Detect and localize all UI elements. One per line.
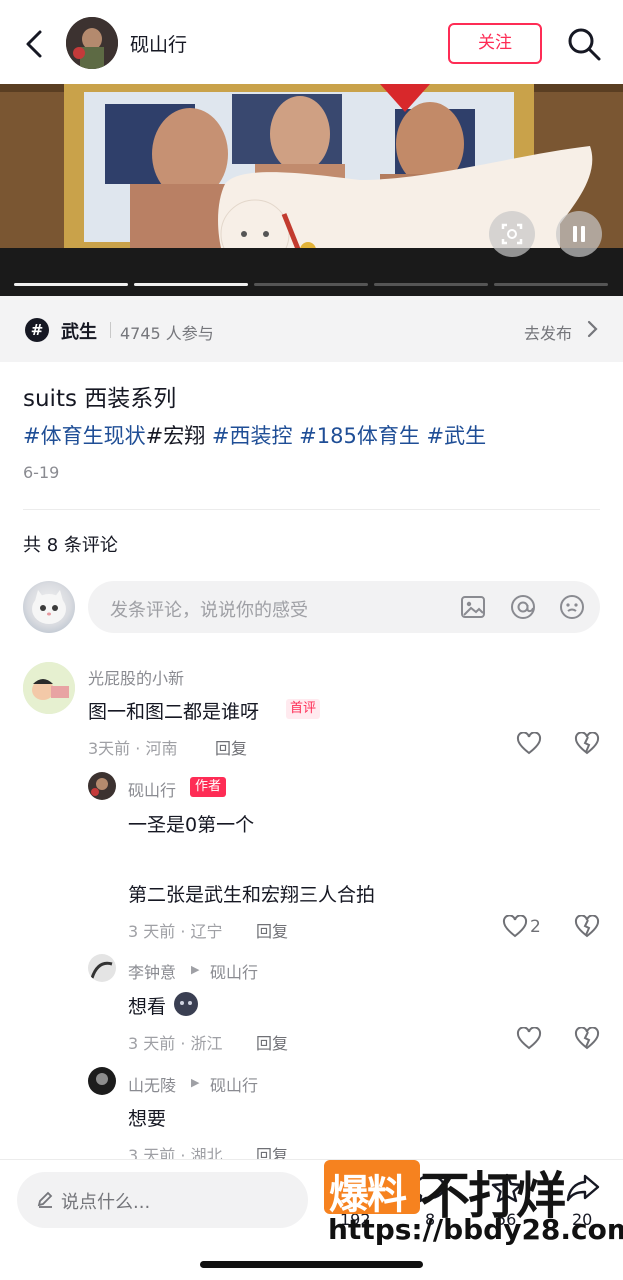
home-indicator[interactable] [200,1261,423,1268]
hashtag-link[interactable]: #体育生现状 [23,424,146,448]
like-heart-icon[interactable] [516,1027,542,1051]
dislike-heart-icon[interactable] [574,1027,600,1051]
app-screen: 砚山行 关注 # 武生 4745 人参与 去发布 suits 西装系列 #体育生… [0,0,623,1280]
author-avatar-image [66,17,118,69]
commenter-avatar-image [23,662,75,714]
current-user-avatar-image [32,590,66,624]
media-progress-segment [14,283,128,286]
watermark-url: https://bbdy28.com [328,1213,623,1246]
follow-button[interactable]: 关注 [448,23,542,64]
reply-to-arrow-icon: ▶ [191,1076,200,1089]
reply-avatar-image [88,1067,116,1095]
topic-name[interactable]: 武生 [61,318,97,344]
reply-avatar[interactable] [88,1067,116,1095]
reply-text: 一圣是0第一个 [128,814,255,836]
reply-to-arrow-icon: ▶ [191,963,200,976]
image-icon[interactable] [459,593,487,621]
media-progress-segment [374,283,488,286]
back-arrow-icon[interactable] [18,26,50,62]
pause-icon [573,226,585,242]
reply-button[interactable]: 回复 [215,735,247,759]
reply-text: 想要 [128,1108,167,1130]
say-something-placeholder[interactable]: 说点什么... [61,1188,150,1214]
reply-user-name[interactable]: 砚山行 [128,777,176,801]
chevron-right-icon[interactable] [586,319,600,339]
media-progress-segment [254,283,368,286]
hashtag-icon: # [25,318,49,342]
comment-text: 图一和图二都是谁呀 [88,701,260,723]
emoji-sticker-icon [174,992,198,1016]
comment-meta: 3天前 · 河南 [88,739,178,758]
media-progress-segment [134,283,248,286]
author-avatar[interactable] [66,17,118,69]
post-tags: #体育生现状#宏翔 #西装控 #185体育生 #武生 [23,420,486,450]
comment-meta: 3 天前 · 浙江 [128,1034,223,1053]
hashtag-link[interactable]: #西装控 [205,424,293,448]
reply-avatar[interactable] [88,772,116,800]
first-comment-badge: 首评 [286,699,321,719]
author-badge: 作者 [190,777,227,797]
pause-button[interactable] [556,211,602,257]
commenter-name[interactable]: 光屁股的小新 [88,665,184,689]
share-icon[interactable] [566,1172,600,1204]
go-publish-link[interactable]: 去发布 [524,320,572,344]
reply-to-name[interactable]: 砚山行 [210,1072,258,1096]
comment-count-title: 共 8 条评论 [23,535,118,556]
pencil-icon [37,1191,53,1208]
topic-participants: 4745 人参与 [120,324,214,343]
current-user-avatar [23,581,75,633]
watermark-badge-text: 爆料 [329,1172,407,1218]
reply-button[interactable]: 回复 [256,1030,288,1054]
author-name[interactable]: 砚山行 [130,30,187,57]
reply-button[interactable]: 回复 [256,918,288,942]
reply-avatar[interactable] [88,954,116,982]
scan-icon [501,223,523,245]
reply-avatar-image [88,954,116,982]
post-title: suits 西装系列 [23,386,177,412]
hashtag-link[interactable]: #宏翔 [146,424,206,448]
dislike-heart-icon[interactable] [574,732,600,756]
reply-avatar-image [88,772,116,800]
media-progress-segment [494,283,608,286]
like-heart-icon[interactable] [516,732,542,756]
dislike-heart-icon[interactable] [574,915,600,939]
like-heart-icon[interactable] [502,915,528,939]
comment-meta: 3 天前 · 辽宁 [128,922,223,941]
reply-user-name[interactable]: 李钟意 [128,959,176,983]
commenter-avatar[interactable] [23,662,75,714]
emoji-icon[interactable] [558,593,586,621]
comment-input-placeholder[interactable]: 发条评论，说说你的感受 [110,596,308,622]
topic-divider [110,322,111,338]
hashtag-link[interactable]: #武生 [420,424,487,448]
post-date: 6-19 [23,463,60,482]
reply-to-name[interactable]: 砚山行 [210,959,258,983]
hashtag-link[interactable]: #185体育生 [293,424,420,448]
mention-icon[interactable] [509,593,537,621]
search-icon[interactable] [566,26,602,62]
reply-text: 第二张是武生和宏翔三人合拍 [128,884,376,906]
reply-text: 想看 [128,996,167,1018]
like-count: 2 [530,917,541,937]
scan-button[interactable] [489,211,535,257]
section-divider [23,509,600,510]
reply-user-name[interactable]: 山无陵 [128,1072,176,1096]
